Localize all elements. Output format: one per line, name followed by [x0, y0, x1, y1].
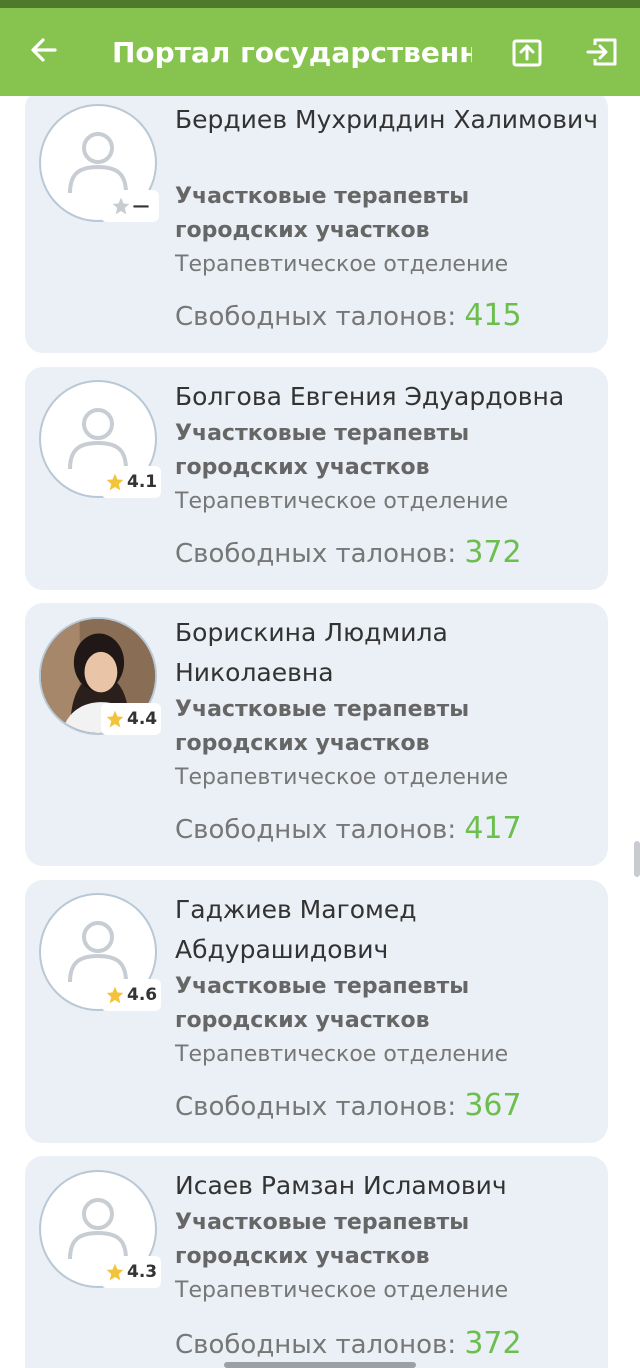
rating-badge: 4.1: [101, 466, 162, 498]
doctor-card[interactable]: 4.1 Болгова Евгения Эдуардовна Участковы…: [25, 367, 608, 590]
status-bar: [0, 0, 640, 8]
doctor-department: Терапевтическое отделение: [175, 1278, 509, 1303]
doctor-name: Бердиев Мухриддин Халимович: [175, 105, 598, 134]
doctor-department: Терапевтическое отделение: [175, 1042, 509, 1067]
doctor-card[interactable]: 4.4 Борискина Людмила Николаевна Участко…: [25, 603, 608, 866]
doctor-avatar: —: [39, 104, 159, 224]
doctor-name: Борискина Людмила Николаевна: [175, 618, 448, 687]
free-tickets: Свободных талонов: 417: [175, 809, 595, 850]
doctor-name: Гаджиев Магомед Абдурашидович: [175, 895, 417, 964]
rating-value: 4.6: [127, 985, 158, 1005]
star-icon: [106, 986, 124, 1004]
rating-badge: 4.4: [101, 703, 162, 735]
doctor-name: Болгова Евгения Эдуардовна: [175, 382, 565, 411]
doctor-name: Исаев Рамзан Исламович: [175, 1171, 507, 1200]
free-tickets-count: 372: [464, 535, 522, 570]
rating-value: 4.1: [127, 472, 158, 492]
star-icon: [106, 710, 124, 728]
star-icon: [106, 473, 124, 491]
free-tickets-count: 367: [464, 1088, 522, 1123]
doctor-specialty: Участковые терапевты городских участков: [175, 421, 470, 480]
doctor-card[interactable]: 4.3 Исаев Рамзан Исламович Участковые те…: [25, 1156, 608, 1368]
free-tickets-count: 372: [464, 1326, 522, 1361]
doctor-avatar: 4.3: [39, 1170, 162, 1290]
doctor-list[interactable]: — Бердиев Мухриддин Халимович Участковые…: [0, 96, 640, 1368]
doctor-card[interactable]: — Бердиев Мухриддин Халимович Участковые…: [25, 96, 608, 353]
rating-value: —: [132, 196, 150, 216]
doctor-specialty: Участковые терапевты городских участков: [175, 697, 470, 756]
arrow-left-icon: [31, 38, 57, 62]
rating-badge: —: [101, 190, 159, 222]
free-tickets: Свободных талонов: 372: [175, 533, 595, 574]
doctor-avatar: 4.6: [39, 893, 162, 1013]
free-tickets-label: Свободных талонов:: [175, 1092, 465, 1122]
doctor-avatar: 4.4: [39, 617, 162, 737]
free-tickets-count: 417: [464, 811, 522, 846]
logout-button[interactable]: [582, 32, 622, 72]
back-button[interactable]: [24, 30, 64, 70]
rating-value: 4.4: [127, 709, 158, 729]
doctor-department: Терапевтическое отделение: [175, 489, 509, 514]
rating-badge: 4.6: [101, 979, 162, 1011]
free-tickets: Свободных талонов: 367: [175, 1086, 595, 1127]
doctor-specialty: Участковые терапевты городских участков: [175, 974, 470, 1033]
share-button[interactable]: [507, 32, 547, 72]
star-icon: [106, 1263, 124, 1281]
doctor-specialty: Участковые терапевты городских участков: [175, 184, 470, 243]
share-box-icon: [512, 39, 542, 67]
free-tickets-label: Свободных талонов:: [175, 1330, 465, 1360]
free-tickets-label: Свободных талонов:: [175, 302, 465, 332]
free-tickets-count: 415: [464, 298, 522, 333]
home-indicator[interactable]: [224, 1362, 416, 1368]
app-bar: Портал государственн...: [0, 8, 640, 96]
scrollbar-thumb[interactable]: [634, 841, 640, 877]
free-tickets: Свободных талонов: 415: [175, 296, 595, 337]
free-tickets: Свободных талонов: 372: [175, 1324, 595, 1365]
free-tickets-label: Свободных талонов:: [175, 539, 465, 569]
rating-badge: 4.3: [101, 1256, 162, 1288]
doctor-avatar: 4.1: [39, 380, 162, 500]
star-empty-icon: [112, 197, 129, 215]
rating-value: 4.3: [127, 1262, 158, 1282]
doctor-department: Терапевтическое отделение: [175, 765, 509, 790]
doctor-specialty: Участковые терапевты городских участков: [175, 1210, 470, 1269]
doctor-card[interactable]: 4.6 Гаджиев Магомед Абдурашидович Участк…: [25, 880, 608, 1143]
doctor-department: Терапевтическое отделение: [175, 252, 509, 277]
free-tickets-label: Свободных талонов:: [175, 815, 465, 845]
app-title: Портал государственн...: [112, 35, 472, 69]
logout-icon: [586, 38, 617, 66]
